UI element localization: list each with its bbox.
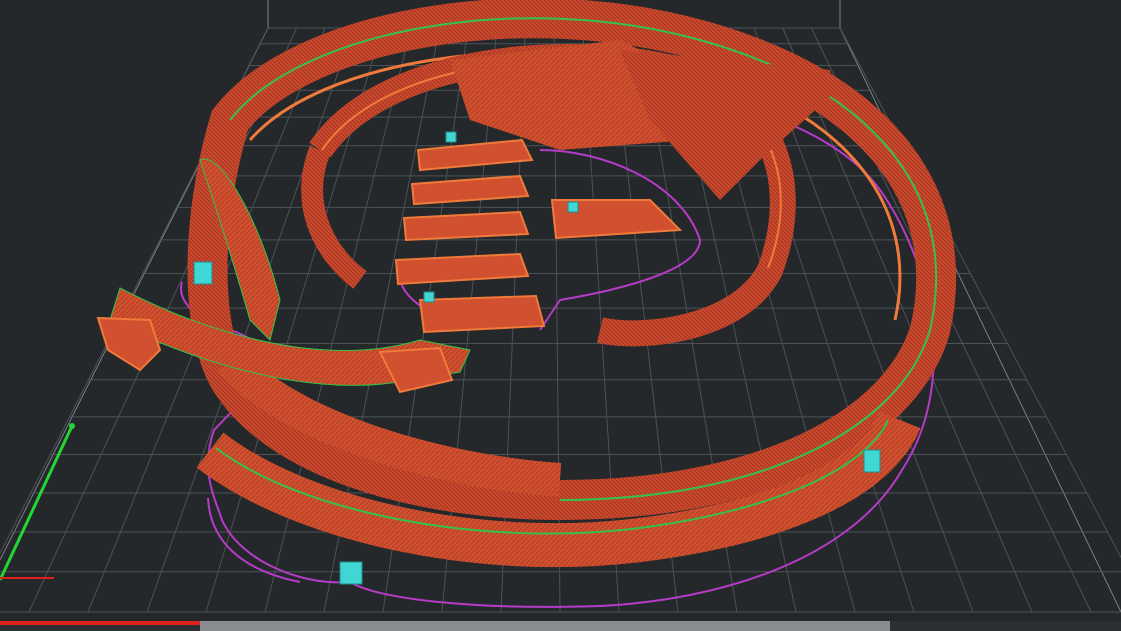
horizontal-scrollbar[interactable] [200, 621, 890, 631]
print-preview-scene[interactable] [0, 0, 1121, 631]
progress-bar [0, 621, 202, 625]
preview-viewport[interactable] [0, 0, 1121, 631]
bottom-bar [0, 621, 1121, 631]
axis-y-icon [0, 423, 75, 581]
clip-pieces [394, 138, 683, 334]
